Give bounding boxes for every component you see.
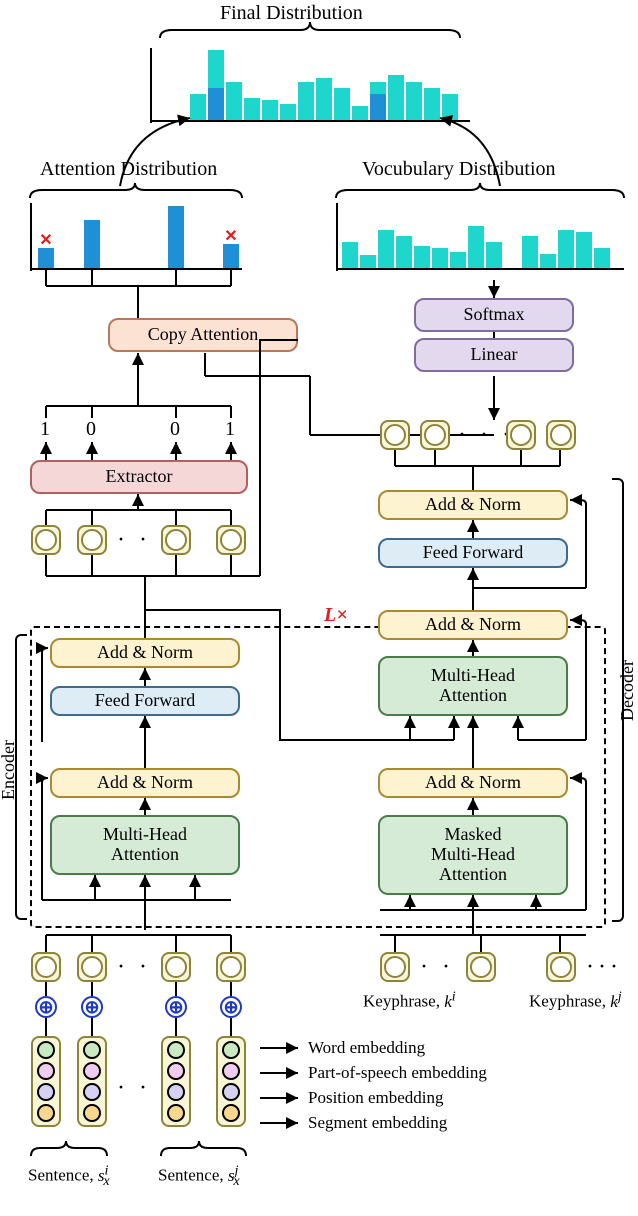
emb-col-0 [31,1036,61,1127]
enc-addnorm-1: Add & Norm [50,768,240,798]
dec-addnorm-3: Add & Norm [378,490,568,520]
final-dist-label: Final Distribution [220,2,363,25]
sentence-i-label: Sentence, six [28,1162,110,1190]
extractor-block: Extractor [30,460,248,494]
extr-out-3: 1 [225,418,235,441]
add-icon: ⊕ [165,996,187,1018]
dec-feedforward: Feed Forward [378,538,568,568]
dec-masked-mha: Masked Multi-Head Attention [378,815,568,895]
final-hist-blue [154,48,386,120]
final-axis-y [150,48,152,123]
final-axis-x [150,120,470,122]
linear-block: Linear [414,338,574,372]
enc-out-token-3 [216,525,246,555]
attn-dist-label: Attention Distribution [40,158,217,181]
attn-axis-x [30,268,242,270]
enc-feedforward: Feed Forward [50,686,240,716]
enc-out-token-0 [31,525,61,555]
attn-hist [38,203,238,268]
vocab-axis-y [336,203,338,271]
keyphrase-j-label: Keyphrase, kj [529,988,622,1012]
extr-out-2: 0 [170,418,180,441]
enc-in-token-0 [31,952,61,982]
sentence-j-label: Sentence, sjx [158,1162,240,1190]
copy-attention-block: Copy Attention [108,318,298,352]
add-icon: ⊕ [81,996,103,1018]
vocab-axis-x [336,268,624,270]
vocab-hist [342,203,610,268]
dots-icon: ··· [586,954,622,981]
extr-out-1: 0 [86,418,96,441]
attn-axis-y [30,203,32,271]
dec-out-token-0 [380,420,410,450]
add-icon: ⊕ [35,996,57,1018]
enc-out-token-2 [161,525,191,555]
extr-out-0: 1 [40,418,50,441]
dec-out-token-1 [420,420,450,450]
enc-in-token-2 [161,952,191,982]
vocab-dist-label: Vocubulary Distribution [362,158,556,181]
legend-position: Position embedding [308,1088,444,1108]
emb-col-3 [216,1036,246,1127]
softmax-block: Softmax [414,298,574,332]
legend-pos: Part-of-speech embedding [308,1063,487,1083]
dec-out-token-3 [546,420,576,450]
enc-mha: Multi-Head Attention [50,815,240,875]
dec-out-token-2 [506,420,536,450]
enc-in-token-3 [216,952,246,982]
L-label: L× [324,604,348,627]
enc-in-token-1 [77,952,107,982]
encoder-label: Encoder [0,740,19,800]
dec-mha: Multi-Head Attention [378,656,568,716]
emb-col-2 [161,1036,191,1127]
add-icon: ⊕ [220,996,242,1018]
dec-in-token-0 [380,952,410,982]
enc-out-token-1 [77,525,107,555]
emb-col-1 [77,1036,107,1127]
dec-in-token-2 [546,952,576,982]
enc-addnorm-2: Add & Norm [50,638,240,668]
legend-segment: Segment embedding [308,1113,447,1133]
dec-addnorm-1: Add & Norm [378,768,568,798]
decoder-label: Decoder [617,660,638,721]
dec-in-token-1 [466,952,496,982]
legend-word: Word embedding [308,1038,425,1058]
diagram-root: Final Distribution Attention Di [0,0,638,1216]
dec-addnorm-2: Add & Norm [378,610,568,640]
keyphrase-i-label: Keyphrase, ki [363,988,456,1012]
top-braces [0,0,638,1216]
